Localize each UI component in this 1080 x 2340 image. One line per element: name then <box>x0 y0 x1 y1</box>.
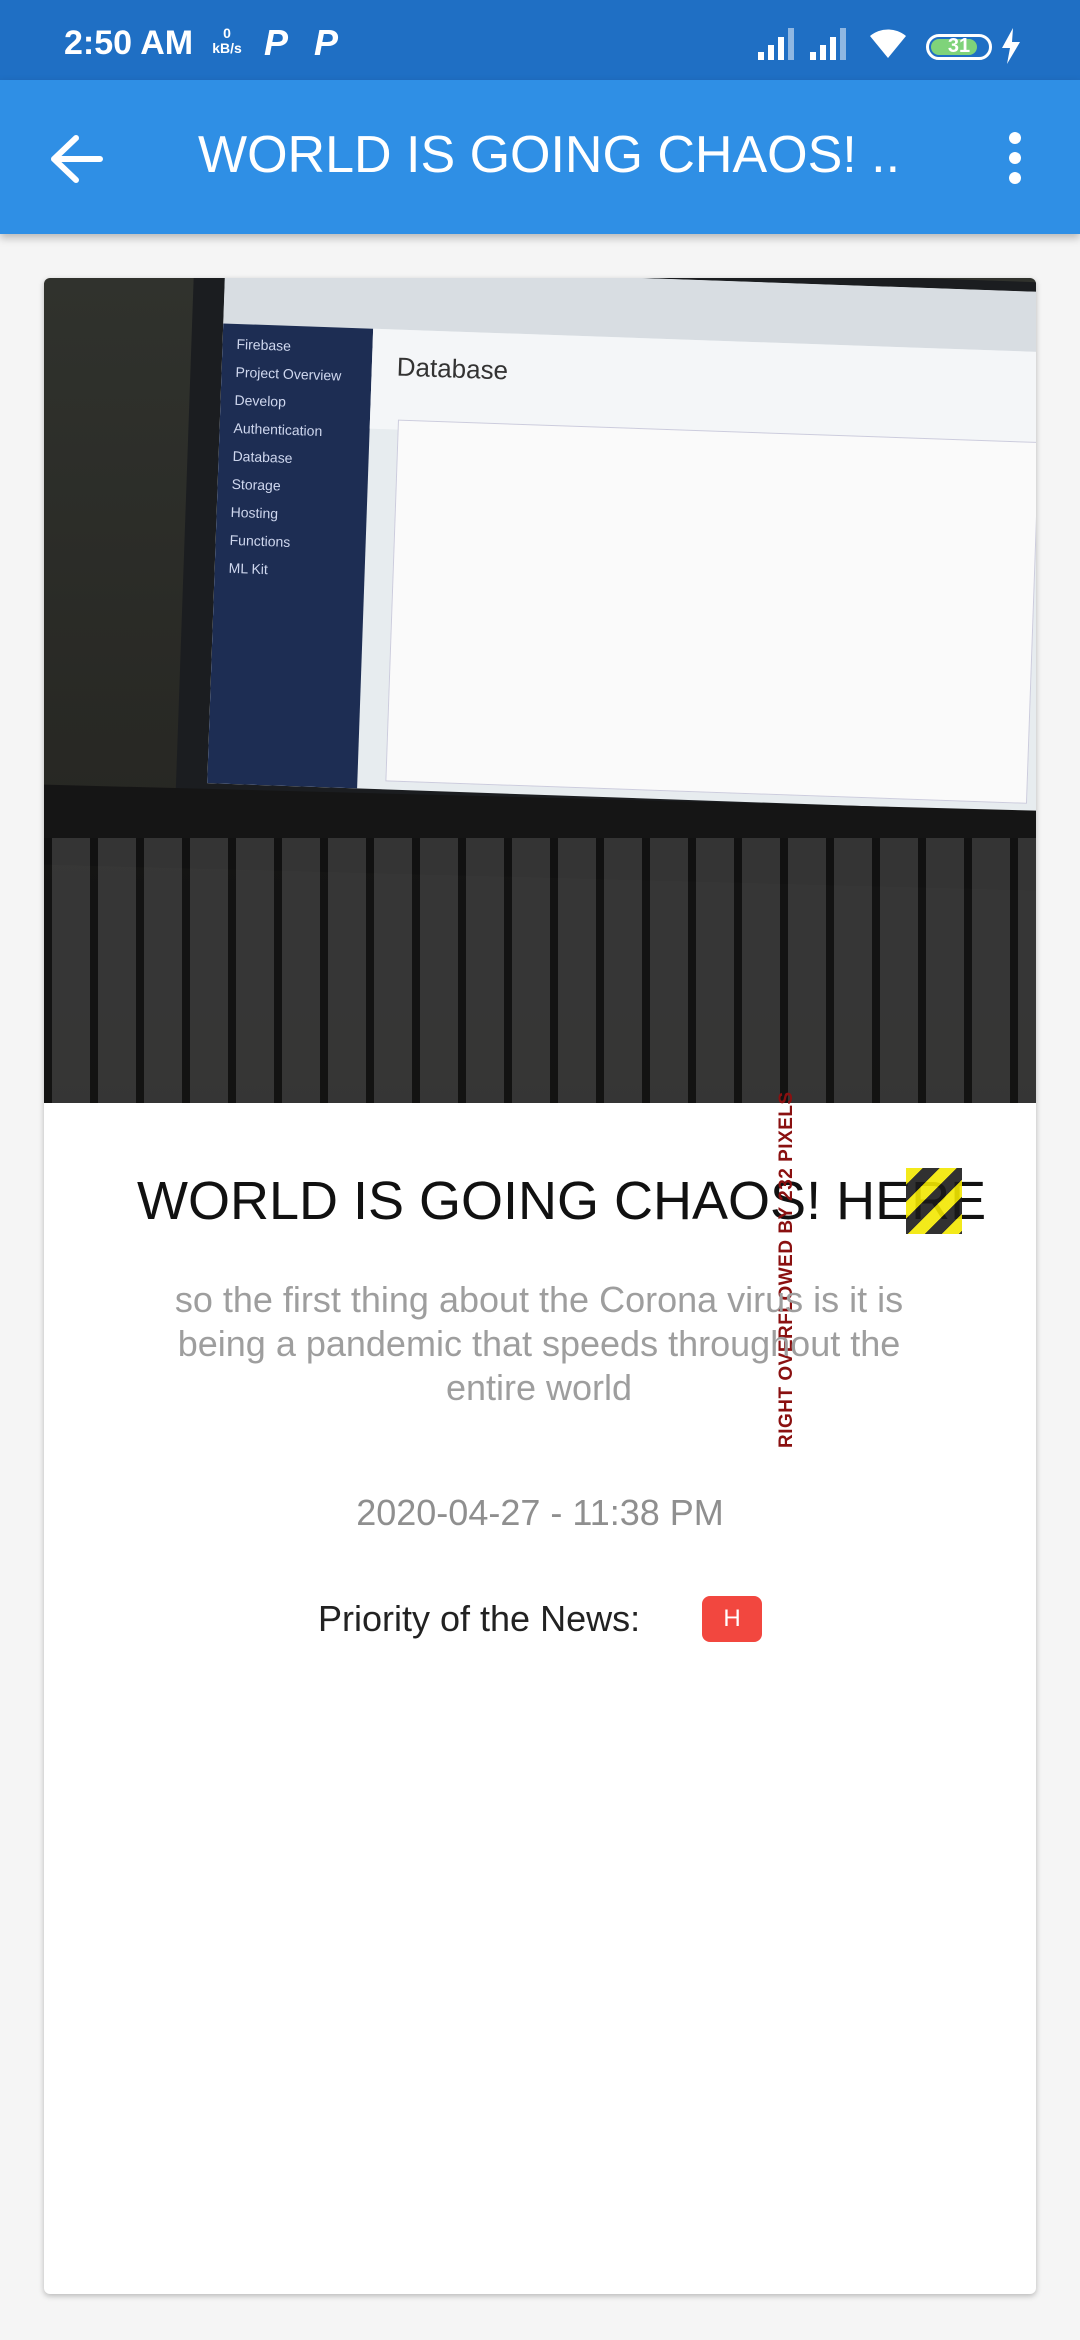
notification-icon: P <box>314 22 339 63</box>
network-speed: 0 kB/s <box>212 26 242 56</box>
notification-icon: P <box>264 22 289 63</box>
firebase-sidebar: Firebase Project Overview Develop Authen… <box>207 323 374 789</box>
firebase-brand: Firebase <box>236 335 292 354</box>
battery-icon: 31 <box>926 34 992 60</box>
priority-badge: H <box>702 1596 762 1642</box>
sidebar-item: Project Overview <box>235 363 342 384</box>
app-bar: WORLD IS GOING CHAOS! ... <box>0 80 1080 234</box>
console-panel <box>385 419 1036 804</box>
arrow-left-icon[interactable] <box>48 134 104 184</box>
sidebar-item: Hosting <box>230 503 279 522</box>
priority-label: Priority of the News: <box>318 1598 641 1639</box>
sidebar-item: ML Kit <box>228 559 269 578</box>
console-title: Database <box>396 351 509 386</box>
charging-icon <box>1002 28 1020 64</box>
status-bar: 2:50 AM 0 kB/s P P 31 <box>0 0 1080 80</box>
wifi-icon <box>870 29 906 58</box>
news-card: Firebase Project Overview Develop Authen… <box>44 278 1036 2294</box>
signal-icon <box>758 28 794 60</box>
sidebar-item: Storage <box>231 475 281 494</box>
overflow-indicator <box>906 1168 962 1234</box>
sidebar-item: Database <box>232 447 293 466</box>
signal-icon <box>810 28 846 60</box>
laptop-screen: Firebase Project Overview Develop Authen… <box>207 278 1036 813</box>
news-image: Firebase Project Overview Develop Authen… <box>44 278 1036 1103</box>
news-headline: WORLD IS GOING CHAOS! HERE <box>137 1171 987 1231</box>
battery-level: 31 <box>947 35 971 57</box>
sidebar-item: Functions <box>229 531 291 550</box>
laptop-keyboard <box>44 838 1036 1103</box>
page-title: WORLD IS GOING CHAOS! ... <box>198 126 898 184</box>
status-time: 2:50 AM <box>64 24 194 62</box>
more-vertical-icon[interactable] <box>1000 128 1030 188</box>
news-description: so the first thing about the Corona viru… <box>174 1279 904 1408</box>
sidebar-item: Authentication <box>233 419 323 439</box>
sidebar-item: Develop <box>234 391 287 410</box>
news-datetime: 2020-04-27 - 11:38 PM <box>356 1492 724 1533</box>
network-speed-value: 0 <box>223 25 231 41</box>
network-speed-unit: kB/s <box>212 40 242 56</box>
